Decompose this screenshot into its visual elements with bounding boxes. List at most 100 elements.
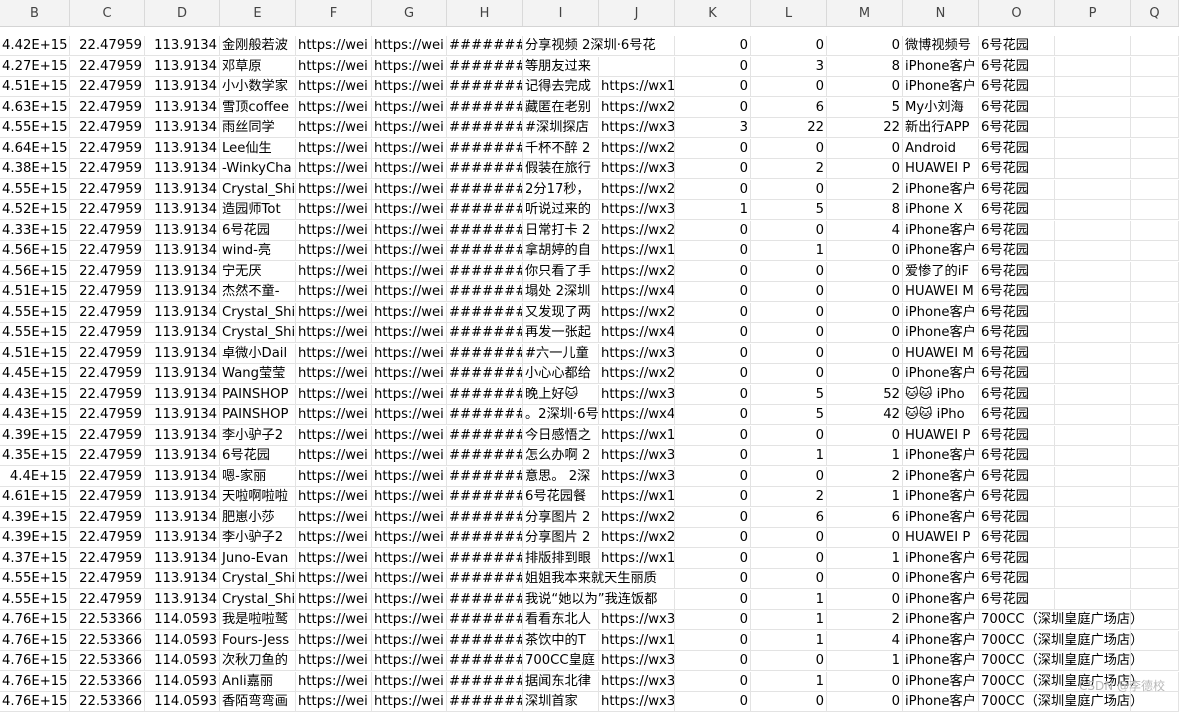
cell-b[interactable]: 4.51E+15 <box>0 77 70 97</box>
cell-p[interactable] <box>1055 589 1131 610</box>
cell-c[interactable]: 22.47959 <box>70 159 145 179</box>
cell-o[interactable]: 6号花园 <box>979 528 1055 548</box>
cell-k[interactable]: 0 <box>675 507 751 528</box>
column-header-o[interactable]: O <box>979 0 1055 26</box>
cell-p[interactable] <box>1055 220 1131 241</box>
cell-h[interactable]: ####### <box>447 159 523 179</box>
cell-b[interactable]: 4.55E+15 <box>0 118 70 138</box>
cell-c[interactable]: 22.53366 <box>70 692 145 712</box>
cell-l[interactable]: 0 <box>751 36 827 56</box>
cell-i[interactable]: 2分17秒， <box>523 179 599 200</box>
cell-e[interactable]: Wang莹莹 <box>220 364 296 384</box>
cell-o[interactable]: 6号花园 <box>979 343 1055 364</box>
cell-n[interactable]: 微博视频号 <box>903 36 979 56</box>
cell-c[interactable]: 22.47959 <box>70 138 145 159</box>
cell-j[interactable]: https://wx2 <box>599 302 675 323</box>
cell-n[interactable]: iPhone客户 <box>903 651 979 671</box>
cell-f[interactable]: https://wei <box>296 56 372 77</box>
cell-g[interactable]: https://wei <box>372 610 447 630</box>
cell-b[interactable]: 4.55E+15 <box>0 302 70 323</box>
cell-f[interactable]: https://wei <box>296 118 372 138</box>
cell-d[interactable]: 113.9134 <box>145 282 220 302</box>
cell-d[interactable]: 113.9134 <box>145 548 220 569</box>
cell-c[interactable]: 22.53366 <box>70 671 145 692</box>
column-header-n[interactable]: N <box>903 0 979 26</box>
cell-k[interactable]: 0 <box>675 446 751 466</box>
cell-k[interactable]: 0 <box>675 323 751 343</box>
cell-k[interactable]: 0 <box>675 159 751 179</box>
cell-j[interactable]: https://wx2 <box>599 97 675 118</box>
cell-d[interactable]: 114.0593 <box>145 692 220 712</box>
cell-o[interactable]: 6号花园 <box>979 302 1055 323</box>
cell-i[interactable]: 假装在旅行 <box>523 159 599 179</box>
cell-q[interactable] <box>1131 425 1179 446</box>
cell-i[interactable]: 6号花园餐 <box>523 487 599 507</box>
cell-d[interactable]: 113.9134 <box>145 569 220 589</box>
cell-d[interactable]: 113.9134 <box>145 261 220 282</box>
cell-c[interactable]: 22.47959 <box>70 282 145 302</box>
cell-q[interactable] <box>1131 159 1179 179</box>
cell-d[interactable]: 113.9134 <box>145 159 220 179</box>
cell-h[interactable]: ####### <box>447 77 523 97</box>
cell-n[interactable]: iPhone客户 <box>903 446 979 466</box>
cell-e[interactable]: Juno-Evan <box>220 548 296 569</box>
cell-h[interactable]: ####### <box>447 261 523 282</box>
cell-o[interactable]: 6号花园 <box>979 138 1055 159</box>
cell-o[interactable]: 6号花园 <box>979 507 1055 528</box>
cell-q[interactable] <box>1131 692 1179 712</box>
cell-c[interactable]: 22.47959 <box>70 241 145 261</box>
cell-d[interactable]: 113.9134 <box>145 384 220 405</box>
cell-m[interactable]: 8 <box>827 200 903 220</box>
cell-l[interactable]: 0 <box>751 569 827 589</box>
cell-f[interactable]: https://wei <box>296 97 372 118</box>
cell-n[interactable]: HUAWEI M <box>903 282 979 302</box>
cell-m[interactable]: 0 <box>827 343 903 364</box>
cell-p[interactable] <box>1055 97 1131 118</box>
cell-p[interactable] <box>1055 487 1131 507</box>
cell-h[interactable]: ####### <box>447 56 523 77</box>
cell-c[interactable]: 22.47959 <box>70 425 145 446</box>
cell-b[interactable]: 4.56E+15 <box>0 241 70 261</box>
cell-o[interactable]: 6号花园 <box>979 589 1055 610</box>
cell-h[interactable]: ####### <box>447 302 523 323</box>
cell-k[interactable]: 0 <box>675 179 751 200</box>
cell-h[interactable]: ####### <box>447 200 523 220</box>
cell-m[interactable]: 0 <box>827 692 903 712</box>
cell-e[interactable]: Crystal_Shi <box>220 323 296 343</box>
cell-e[interactable]: 邓草原 <box>220 56 296 77</box>
cell-q[interactable] <box>1131 77 1179 97</box>
cell-c[interactable]: 22.47959 <box>70 56 145 77</box>
cell-l[interactable]: 6 <box>751 97 827 118</box>
cell-g[interactable]: https://wei <box>372 241 447 261</box>
cell-h[interactable]: ####### <box>447 364 523 384</box>
cell-f[interactable]: https://wei <box>296 179 372 200</box>
cell-m[interactable]: 0 <box>827 528 903 548</box>
cell-h[interactable]: ####### <box>447 569 523 589</box>
cell-g[interactable]: https://wei <box>372 261 447 282</box>
cell-h[interactable]: ####### <box>447 630 523 651</box>
cell-j[interactable]: https://wx3 <box>599 343 675 364</box>
cell-f[interactable]: https://wei <box>296 302 372 323</box>
cell-i[interactable]: 藏匿在老别 <box>523 97 599 118</box>
column-header-f[interactable]: F <box>296 0 372 26</box>
cell-b[interactable]: 4.45E+15 <box>0 364 70 384</box>
cell-n[interactable]: iPhone客户 <box>903 569 979 589</box>
cell-p[interactable] <box>1055 302 1131 323</box>
cell-p[interactable] <box>1055 343 1131 364</box>
cell-q[interactable] <box>1131 466 1179 487</box>
cell-l[interactable]: 0 <box>751 220 827 241</box>
cell-j[interactable] <box>599 589 675 610</box>
cell-h[interactable]: ####### <box>447 446 523 466</box>
cell-k[interactable]: 0 <box>675 302 751 323</box>
cell-j[interactable]: https://wx2 <box>599 261 675 282</box>
cell-g[interactable]: https://wei <box>372 466 447 487</box>
cell-m[interactable]: 2 <box>827 179 903 200</box>
cell-p[interactable] <box>1055 610 1131 630</box>
cell-h[interactable]: ####### <box>447 692 523 712</box>
cell-j[interactable]: https://wx4 <box>599 405 675 425</box>
cell-h[interactable]: ####### <box>447 241 523 261</box>
cell-i[interactable]: 意思。 2深 <box>523 466 599 487</box>
cell-q[interactable] <box>1131 589 1179 610</box>
cell-q[interactable] <box>1131 302 1179 323</box>
cell-n[interactable]: HUAWEI P <box>903 528 979 548</box>
